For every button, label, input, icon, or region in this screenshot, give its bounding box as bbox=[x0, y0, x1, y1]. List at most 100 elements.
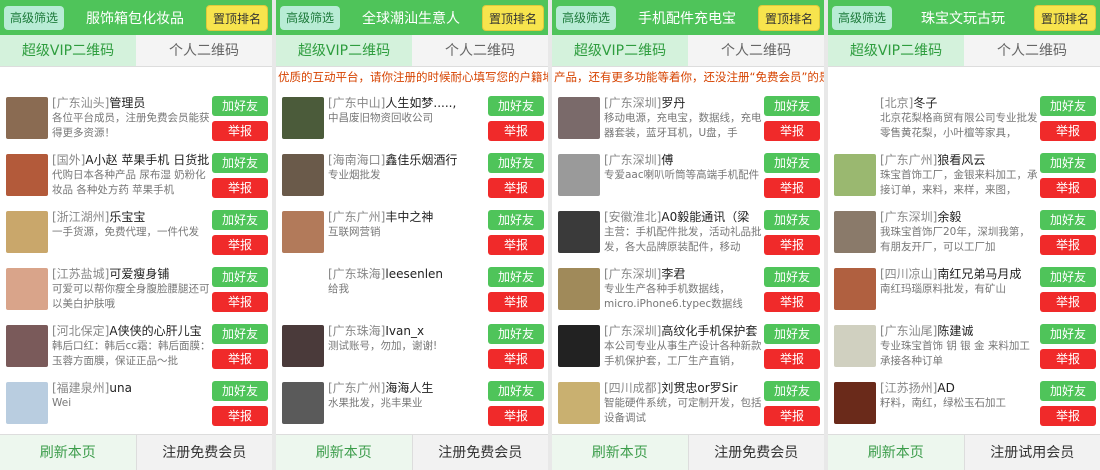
user-name-line[interactable]: [安徽淮北]A0毅能通讯（梁 bbox=[604, 209, 764, 225]
advanced-filter-button[interactable]: 高级筛选 bbox=[4, 5, 65, 30]
tab-personal-qr[interactable]: 个人二维码 bbox=[136, 35, 272, 66]
add-friend-button[interactable]: 加好友 bbox=[1040, 210, 1096, 230]
add-friend-button[interactable]: 加好友 bbox=[764, 267, 820, 287]
add-friend-button[interactable]: 加好友 bbox=[764, 381, 820, 401]
avatar[interactable] bbox=[834, 97, 876, 139]
report-button[interactable]: 举报 bbox=[212, 178, 268, 198]
add-friend-button[interactable]: 加好友 bbox=[212, 381, 268, 401]
user-name-line[interactable]: [浙江湖州]乐宝宝 bbox=[52, 209, 212, 225]
report-button[interactable]: 举报 bbox=[1040, 406, 1096, 426]
report-button[interactable]: 举报 bbox=[764, 178, 820, 198]
advanced-filter-button[interactable]: 高级筛选 bbox=[556, 5, 617, 30]
report-button[interactable]: 举报 bbox=[212, 235, 268, 255]
avatar[interactable] bbox=[558, 211, 600, 253]
tab-super-vip-qr[interactable]: 超级VIP二维码 bbox=[552, 35, 688, 66]
add-friend-button[interactable]: 加好友 bbox=[1040, 96, 1096, 116]
user-name-line[interactable]: [广东深圳]罗丹 bbox=[604, 95, 764, 111]
add-friend-button[interactable]: 加好友 bbox=[764, 153, 820, 173]
refresh-page-button[interactable]: 刷新本页 bbox=[276, 435, 412, 470]
user-name-line[interactable]: [广东广州]海海人生 bbox=[328, 380, 488, 396]
register-member-button[interactable]: 注册免费会员 bbox=[135, 435, 272, 470]
advanced-filter-button[interactable]: 高级筛选 bbox=[280, 5, 341, 30]
report-button[interactable]: 举报 bbox=[212, 121, 268, 141]
avatar[interactable] bbox=[558, 268, 600, 310]
add-friend-button[interactable]: 加好友 bbox=[1040, 381, 1096, 401]
avatar[interactable] bbox=[558, 154, 600, 196]
report-button[interactable]: 举报 bbox=[764, 235, 820, 255]
report-button[interactable]: 举报 bbox=[764, 406, 820, 426]
avatar[interactable] bbox=[6, 382, 48, 424]
tab-personal-qr[interactable]: 个人二维码 bbox=[412, 35, 548, 66]
refresh-page-button[interactable]: 刷新本页 bbox=[828, 435, 964, 470]
avatar[interactable] bbox=[6, 154, 48, 196]
avatar[interactable] bbox=[558, 325, 600, 367]
tab-super-vip-qr[interactable]: 超级VIP二维码 bbox=[276, 35, 412, 66]
avatar[interactable] bbox=[834, 382, 876, 424]
avatar[interactable] bbox=[282, 325, 324, 367]
avatar[interactable] bbox=[6, 268, 48, 310]
avatar[interactable] bbox=[282, 97, 324, 139]
add-friend-button[interactable]: 加好友 bbox=[764, 324, 820, 344]
report-button[interactable]: 举报 bbox=[488, 349, 544, 369]
tab-super-vip-qr[interactable]: 超级VIP二维码 bbox=[0, 35, 136, 66]
add-friend-button[interactable]: 加好友 bbox=[1040, 153, 1096, 173]
report-button[interactable]: 举报 bbox=[764, 292, 820, 312]
report-button[interactable]: 举报 bbox=[1040, 349, 1096, 369]
top-ranking-button[interactable]: 置顶排名 bbox=[1033, 4, 1096, 31]
user-name-line[interactable]: [广东中山]人生如梦....., bbox=[328, 95, 488, 111]
user-name-line[interactable]: [广东广州]丰中之神 bbox=[328, 209, 488, 225]
register-member-button[interactable]: 注册试用会员 bbox=[963, 435, 1100, 470]
top-ranking-button[interactable]: 置顶排名 bbox=[757, 4, 820, 31]
register-member-button[interactable]: 注册免费会员 bbox=[687, 435, 824, 470]
add-friend-button[interactable]: 加好友 bbox=[1040, 324, 1096, 344]
add-friend-button[interactable]: 加好友 bbox=[212, 210, 268, 230]
report-button[interactable]: 举报 bbox=[488, 406, 544, 426]
avatar[interactable] bbox=[6, 211, 48, 253]
user-name-line[interactable]: [广东汕头]管理员 bbox=[52, 95, 212, 111]
report-button[interactable]: 举报 bbox=[488, 235, 544, 255]
report-button[interactable]: 举报 bbox=[1040, 121, 1096, 141]
report-button[interactable]: 举报 bbox=[1040, 235, 1096, 255]
user-name-line[interactable]: [广东深圳]余毅 bbox=[880, 209, 1040, 225]
user-name-line[interactable]: [广东深圳]李君 bbox=[604, 266, 764, 282]
add-friend-button[interactable]: 加好友 bbox=[488, 324, 544, 344]
user-name-line[interactable]: [广东珠海]Ivan_x bbox=[328, 323, 488, 339]
user-name-line[interactable]: [河北保定]A侠侠的心肝儿宝 bbox=[52, 323, 212, 339]
user-name-line[interactable]: [四川凉山]南红兄弟马月成 bbox=[880, 266, 1040, 282]
avatar[interactable] bbox=[6, 325, 48, 367]
refresh-page-button[interactable]: 刷新本页 bbox=[552, 435, 688, 470]
add-friend-button[interactable]: 加好友 bbox=[764, 96, 820, 116]
avatar[interactable] bbox=[834, 154, 876, 196]
tab-personal-qr[interactable]: 个人二维码 bbox=[688, 35, 824, 66]
user-name-line[interactable]: [广东广州]狼看风云 bbox=[880, 152, 1040, 168]
user-name-line[interactable]: [四川成都]刘贯忠or罗Sir bbox=[604, 380, 764, 396]
report-button[interactable]: 举报 bbox=[212, 349, 268, 369]
avatar[interactable] bbox=[558, 382, 600, 424]
add-friend-button[interactable]: 加好友 bbox=[488, 153, 544, 173]
user-name-line[interactable]: [北京]冬子 bbox=[880, 95, 1040, 111]
add-friend-button[interactable]: 加好友 bbox=[212, 267, 268, 287]
refresh-page-button[interactable]: 刷新本页 bbox=[0, 435, 136, 470]
avatar[interactable] bbox=[6, 97, 48, 139]
report-button[interactable]: 举报 bbox=[488, 121, 544, 141]
add-friend-button[interactable]: 加好友 bbox=[1040, 267, 1096, 287]
user-name-line[interactable]: [海南海口]鑫佳乐烟酒行 bbox=[328, 152, 488, 168]
add-friend-button[interactable]: 加好友 bbox=[212, 153, 268, 173]
add-friend-button[interactable]: 加好友 bbox=[488, 210, 544, 230]
advanced-filter-button[interactable]: 高级筛选 bbox=[832, 5, 893, 30]
report-button[interactable]: 举报 bbox=[1040, 292, 1096, 312]
avatar[interactable] bbox=[282, 211, 324, 253]
avatar[interactable] bbox=[558, 97, 600, 139]
add-friend-button[interactable]: 加好友 bbox=[488, 96, 544, 116]
report-button[interactable]: 举报 bbox=[764, 349, 820, 369]
avatar[interactable] bbox=[282, 382, 324, 424]
user-name-line[interactable]: [广东深圳]高纹化手机保护套 bbox=[604, 323, 764, 339]
user-name-line[interactable]: [广东汕尾]陈建诚 bbox=[880, 323, 1040, 339]
avatar[interactable] bbox=[834, 325, 876, 367]
report-button[interactable]: 举报 bbox=[212, 292, 268, 312]
avatar[interactable] bbox=[282, 154, 324, 196]
user-name-line[interactable]: [江苏扬州]AD bbox=[880, 380, 1040, 396]
user-name-line[interactable]: [福建泉州]una bbox=[52, 380, 212, 396]
user-name-line[interactable]: [广东珠海]leesenlen bbox=[328, 266, 488, 282]
register-member-button[interactable]: 注册免费会员 bbox=[411, 435, 548, 470]
